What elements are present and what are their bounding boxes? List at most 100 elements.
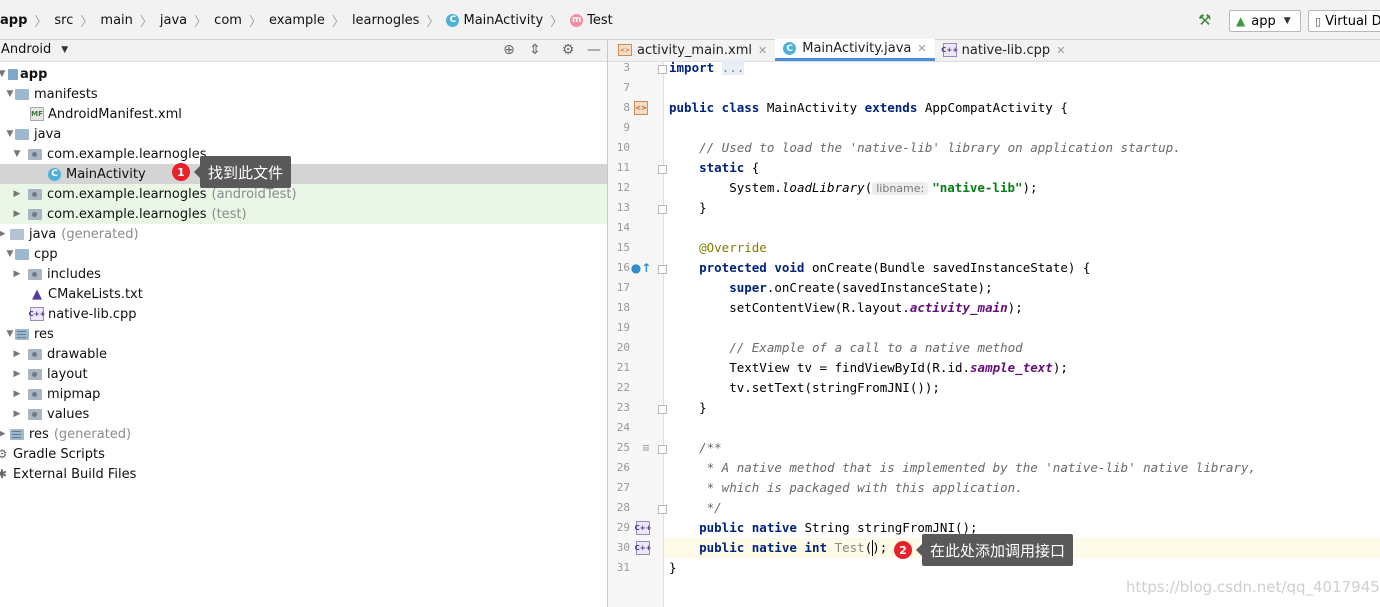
breadcrumb-src[interactable]: src <box>54 13 73 28</box>
close-icon[interactable]: ✕ <box>917 42 926 55</box>
folder-icon <box>28 368 42 380</box>
resource-folder-icon <box>15 328 29 340</box>
run-config-select[interactable]: ▲ app ▼ <box>1229 10 1301 32</box>
gear-icon[interactable]: ⚙ <box>559 41 577 59</box>
tab-label: activity_main.xml <box>637 42 753 58</box>
tree-item-cpp[interactable]: ▼ cpp <box>0 244 607 264</box>
package-icon <box>28 188 42 200</box>
tree-item-package-androidtest[interactable]: ▶ com.example.learnogles (androidTest) <box>0 184 607 204</box>
fold-marker[interactable] <box>658 405 667 414</box>
code-line: TextView tv = findViewById(R.id.sample_t… <box>669 358 1068 378</box>
tree-item-manifests[interactable]: ▼ manifests <box>0 84 607 104</box>
folded-region[interactable]: ... <box>721 60 745 75</box>
tree-item-java[interactable]: ▼ java <box>0 124 607 144</box>
line-number: 25 <box>616 441 630 454</box>
fold-marker[interactable] <box>658 165 667 174</box>
tree-item-label: res <box>34 326 54 342</box>
expand-arrow-icon: ▼ <box>0 69 6 79</box>
device-select[interactable]: ▯ Virtual D <box>1308 10 1380 32</box>
package-icon <box>28 148 42 160</box>
tree-item-java-generated[interactable]: ▶ java (generated) <box>0 224 607 244</box>
tree-item-external-build-files[interactable]: ✱ External Build Files <box>0 464 607 484</box>
close-icon[interactable]: ✕ <box>1056 44 1065 57</box>
tab-native-lib-cpp[interactable]: C++ native-lib.cpp ✕ <box>935 39 1074 61</box>
breadcrumb-test[interactable]: m Test <box>570 13 613 28</box>
line-number: 16 <box>616 261 630 274</box>
expand-arrow-icon: ▶ <box>13 269 21 279</box>
line-number: 15 <box>616 241 630 254</box>
folder-icon <box>15 88 29 100</box>
breadcrumb-com[interactable]: com <box>214 13 242 28</box>
locate-icon[interactable]: ⊕ <box>500 41 518 59</box>
cpp-link-icon[interactable]: C++ <box>635 521 651 535</box>
collapse-all-icon[interactable]: ⇕ <box>526 41 544 59</box>
breadcrumb-example[interactable]: example <box>269 13 325 28</box>
tree-item-package-main[interactable]: ▼ com.example.learnogles <box>0 144 607 164</box>
breadcrumb-app[interactable]: app <box>0 13 27 28</box>
line-number: 8 <box>623 101 630 114</box>
run-config-label: app <box>1251 13 1276 29</box>
build-files-icon: ✱ <box>0 467 8 481</box>
line-number: 13 <box>616 201 630 214</box>
tree-item-package-test[interactable]: ▶ com.example.learnogles (test) <box>0 204 607 224</box>
tree-item-values[interactable]: ▶ values <box>0 404 607 424</box>
minimize-icon[interactable]: — <box>585 41 603 59</box>
breadcrumb-java[interactable]: java <box>160 13 187 28</box>
tree-item-label: com.example.learnogles <box>47 146 207 162</box>
code-line: } <box>669 200 707 215</box>
code-line: } <box>669 560 677 575</box>
close-icon[interactable]: ✕ <box>758 44 767 57</box>
code-text: TextView tv = findViewById(R.id. <box>669 360 971 375</box>
project-view-select[interactable]: Android ▼ <box>1 42 68 57</box>
string-literal: "native-lib" <box>932 180 1023 195</box>
package-icon <box>28 208 42 220</box>
hammer-icon[interactable]: ⚒ <box>1198 11 1216 29</box>
callout-find-file: 找到此文件 <box>193 156 292 188</box>
expand-arrow-icon: ▶ <box>13 389 21 399</box>
override-icon[interactable]: ●↑ <box>631 261 652 275</box>
tree-item-androidmanifest[interactable]: MF AndroidManifest.xml <box>0 104 607 124</box>
doc-icon: ≡ <box>641 442 651 454</box>
tree-item-suffix: (generated) <box>61 226 139 242</box>
cpp-link-icon[interactable]: C++ <box>635 541 651 555</box>
tree-item-layout[interactable]: ▶ layout <box>0 364 607 384</box>
folder-icon <box>28 268 42 280</box>
line-number: 17 <box>616 281 630 294</box>
fold-marker[interactable] <box>658 205 667 214</box>
chevron-right-icon: 〉 <box>34 14 48 30</box>
tree-item-label: manifests <box>34 86 98 102</box>
tree-item-res-generated[interactable]: ▶ res (generated) <box>0 424 607 444</box>
tree-item-cmakelists[interactable]: ▲ CMakeLists.txt <box>0 284 607 304</box>
tab-mainactivity-java[interactable]: C MainActivity.java ✕ <box>775 39 935 61</box>
tree-item-native-lib[interactable]: C++ native-lib.cpp <box>0 304 607 324</box>
fold-marker[interactable] <box>658 505 667 514</box>
line-number: 30 <box>616 541 630 554</box>
project-tree: ▼ app ▼ manifests MF AndroidManifest.xml… <box>0 63 607 607</box>
fold-marker[interactable] <box>658 445 667 454</box>
breadcrumb-mainactivity[interactable]: C MainActivity <box>446 13 543 28</box>
breadcrumb-main[interactable]: main <box>100 13 132 28</box>
folder-icon <box>15 128 29 140</box>
breadcrumb-learnogles[interactable]: learnogles <box>352 13 420 28</box>
tree-item-app[interactable]: ▼ app <box>0 64 607 84</box>
tree-item-label: includes <box>47 266 101 282</box>
tree-item-mipmap[interactable]: ▶ mipmap <box>0 384 607 404</box>
fold-marker[interactable] <box>658 265 667 274</box>
xml-link-icon[interactable]: <> <box>634 101 648 115</box>
tree-item-drawable[interactable]: ▶ drawable <box>0 344 607 364</box>
parameter-hint: libname: <box>872 182 929 195</box>
tree-item-res[interactable]: ▼ res <box>0 324 607 344</box>
field-ref: sample_text <box>970 360 1053 375</box>
unused-method-name: Test <box>827 540 865 555</box>
tree-item-gradle-scripts[interactable]: ⚙ Gradle Scripts <box>0 444 607 464</box>
tree-item-label: AndroidManifest.xml <box>48 106 182 122</box>
folder-icon <box>28 408 42 420</box>
phone-icon: ▯ <box>1315 14 1322 28</box>
fold-marker[interactable] <box>658 65 667 74</box>
tree-item-mainactivity[interactable]: C MainActivity <box>0 164 607 184</box>
tree-item-label: cpp <box>34 246 58 262</box>
line-number: 9 <box>623 121 630 134</box>
code-text: onCreate(Bundle savedInstanceState) { <box>804 260 1091 275</box>
code-comment: */ <box>669 500 722 515</box>
tree-item-includes[interactable]: ▶ includes <box>0 264 607 284</box>
